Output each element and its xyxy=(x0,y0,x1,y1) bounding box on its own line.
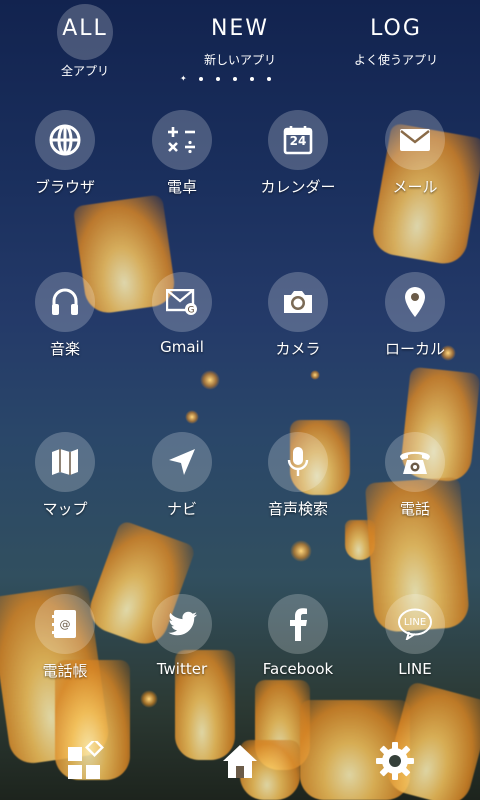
page-dot xyxy=(250,77,254,81)
facebook-icon xyxy=(268,594,328,654)
gmail-icon: G xyxy=(152,272,212,332)
app-camera[interactable]: カメラ xyxy=(243,272,353,359)
microphone-icon xyxy=(268,432,328,492)
home-icon xyxy=(223,745,257,778)
contacts-book-icon: @ xyxy=(35,594,95,654)
camera-icon xyxy=(268,272,328,332)
page-dot xyxy=(216,77,220,81)
app-label: ローカル xyxy=(384,340,445,358)
calculator-icon xyxy=(152,110,212,170)
app-local[interactable]: ローカル xyxy=(360,272,470,359)
navigation-arrow-icon xyxy=(152,432,212,492)
app-drawer-button[interactable] xyxy=(60,736,110,786)
app-label: カメラ xyxy=(275,340,321,358)
phone-icon xyxy=(385,432,445,492)
home-button[interactable] xyxy=(215,736,265,786)
app-label: Gmail xyxy=(160,338,204,356)
app-label: 電話帳 xyxy=(42,662,88,680)
tab-all-label: ALL xyxy=(57,4,113,60)
dock xyxy=(0,720,480,800)
tab-all[interactable]: ALL 全アプリ xyxy=(25,4,145,79)
line-logo-text: LINE xyxy=(403,616,427,628)
map-pin-icon xyxy=(385,272,445,332)
svg-text:@: @ xyxy=(60,618,71,631)
app-navi[interactable]: ナビ xyxy=(127,432,237,519)
app-label: 音声検索 xyxy=(267,500,328,518)
tab-log[interactable]: LOG よく使うアプリ xyxy=(336,4,456,68)
tab-new-sub: 新しいアプリ xyxy=(203,53,276,67)
tab-log-label: LOG xyxy=(370,16,422,41)
page-dot xyxy=(233,77,237,81)
app-facebook[interactable]: Facebook xyxy=(243,594,353,678)
app-browser[interactable]: ブラウザ xyxy=(10,110,120,197)
headphones-icon xyxy=(35,272,95,332)
tab-all-sub: 全アプリ xyxy=(60,64,109,78)
mail-icon xyxy=(385,110,445,170)
app-calendar[interactable]: 24 カレンダー xyxy=(243,110,353,197)
app-label: LINE xyxy=(398,660,432,678)
app-voice-search[interactable]: 音声検索 xyxy=(243,432,353,519)
app-label: 電話 xyxy=(399,500,430,518)
globe-icon xyxy=(35,110,95,170)
app-calculator[interactable]: 電卓 xyxy=(127,110,237,197)
app-label: 電卓 xyxy=(166,178,197,196)
app-music[interactable]: 音楽 xyxy=(10,272,120,359)
map-icon xyxy=(35,432,95,492)
page-dot xyxy=(199,77,203,81)
app-label: Facebook xyxy=(262,660,334,678)
app-label: 音楽 xyxy=(49,340,80,358)
app-contacts[interactable]: @ 電話帳 xyxy=(10,594,120,681)
tab-new-label: NEW xyxy=(210,16,270,41)
app-phone[interactable]: 電話 xyxy=(360,432,470,519)
settings-gear-icon xyxy=(376,742,414,780)
page-indicator: ✦ xyxy=(180,74,271,83)
tab-new[interactable]: NEW 新しいアプリ xyxy=(180,4,300,68)
line-icon: LINE xyxy=(385,594,445,654)
twitter-icon xyxy=(152,594,212,654)
page-dot xyxy=(267,77,271,81)
app-label: カレンダー xyxy=(260,178,336,196)
app-drawer-icon xyxy=(68,741,104,779)
calendar-day: 24 xyxy=(289,134,307,148)
settings-button[interactable] xyxy=(370,736,420,786)
top-tabs: ALL 全アプリ NEW 新しいアプリ LOG よく使うアプリ ✦ xyxy=(0,0,480,96)
app-gmail[interactable]: G Gmail xyxy=(127,272,237,356)
page-dot-star: ✦ xyxy=(180,74,187,83)
app-label: メール xyxy=(392,178,438,196)
app-line[interactable]: LINE LINE xyxy=(360,594,470,678)
calendar-icon: 24 xyxy=(268,110,328,170)
app-mail[interactable]: メール xyxy=(360,110,470,197)
app-label: マップ xyxy=(42,500,88,518)
app-label: ブラウザ xyxy=(34,178,95,196)
app-label: ナビ xyxy=(166,500,197,518)
app-map[interactable]: マップ xyxy=(10,432,120,519)
svg-text:G: G xyxy=(188,306,195,316)
app-twitter[interactable]: Twitter xyxy=(127,594,237,678)
app-label: Twitter xyxy=(156,660,208,678)
tab-log-sub: よく使うアプリ xyxy=(353,53,438,67)
